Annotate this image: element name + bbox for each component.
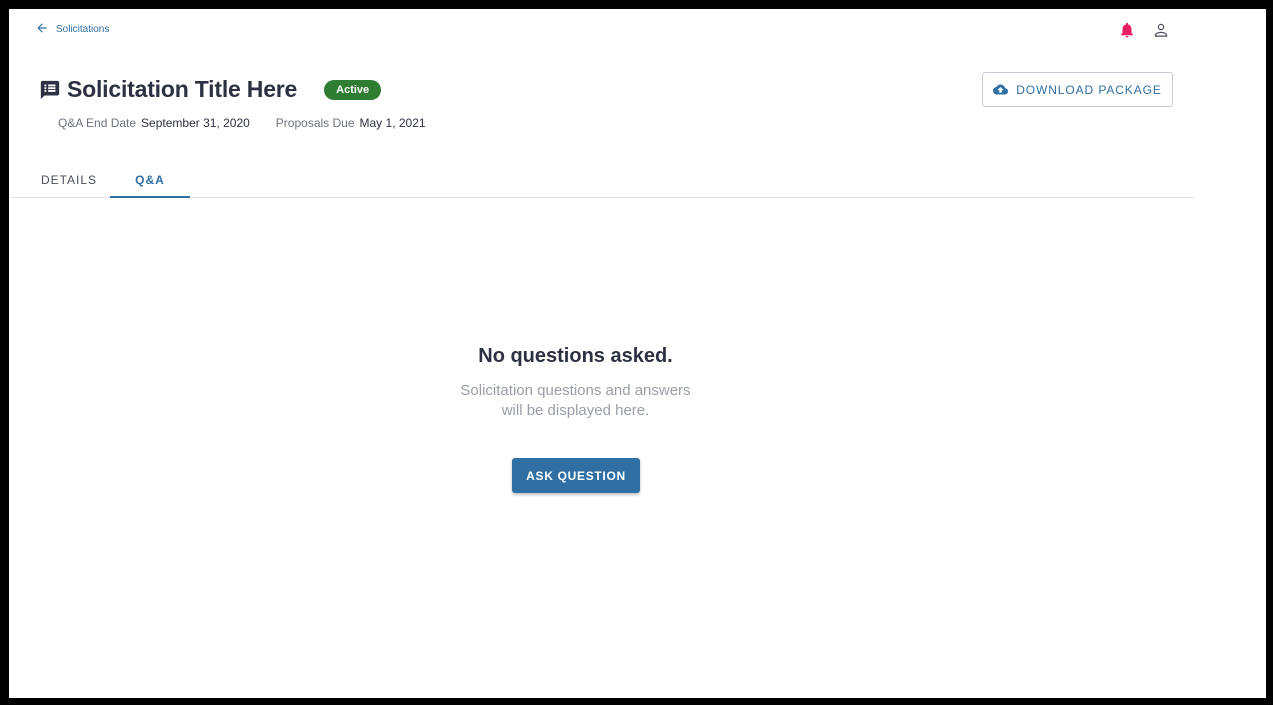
proposals-due-value: May 1, 2021 (359, 116, 426, 130)
top-icons (1118, 21, 1170, 39)
active-tab-indicator (110, 196, 190, 198)
ask-question-button[interactable]: ASK QUESTION (512, 458, 640, 493)
empty-state-line-2: will be displayed here. (501, 402, 650, 419)
arrow-left-icon (35, 21, 49, 38)
user-icon[interactable] (1152, 21, 1170, 39)
empty-state-line-1: Solicitation questions and answers (460, 382, 691, 399)
download-package-label: DOWNLOAD PACKAGE (1016, 82, 1162, 97)
qa-end-label: Q&A End Date (58, 116, 137, 130)
tab-bar: DETAILS Q&A (9, 161, 1195, 198)
qa-end-value: September 31, 2020 (141, 116, 250, 130)
page-title: Solicitation Title Here (67, 76, 298, 102)
tab-details[interactable]: DETAILS (26, 161, 112, 198)
tab-qa[interactable]: Q&A (110, 161, 190, 198)
status-badge: Active (324, 79, 382, 100)
title-row: Solicitation Title Here Active (39, 76, 382, 103)
cloud-upload-icon (993, 82, 1009, 97)
meta-row: Q&A End Date September 31, 2020 Proposal… (58, 116, 426, 130)
app-frame: Solicitations Solicitation Title Here Ac… (9, 9, 1266, 698)
back-link[interactable]: Solicitations (35, 21, 109, 38)
proposals-due-label: Proposals Due (275, 116, 355, 130)
empty-state-title: No questions asked. (478, 345, 673, 367)
bell-icon[interactable] (1118, 21, 1136, 39)
message-list-icon (39, 79, 61, 101)
empty-state: No questions asked. Solicitation questio… (9, 345, 1142, 421)
empty-state-description: Solicitation questions and answers will … (9, 381, 1142, 421)
download-package-button[interactable]: DOWNLOAD PACKAGE (982, 72, 1173, 107)
back-link-label: Solicitations (56, 24, 110, 35)
